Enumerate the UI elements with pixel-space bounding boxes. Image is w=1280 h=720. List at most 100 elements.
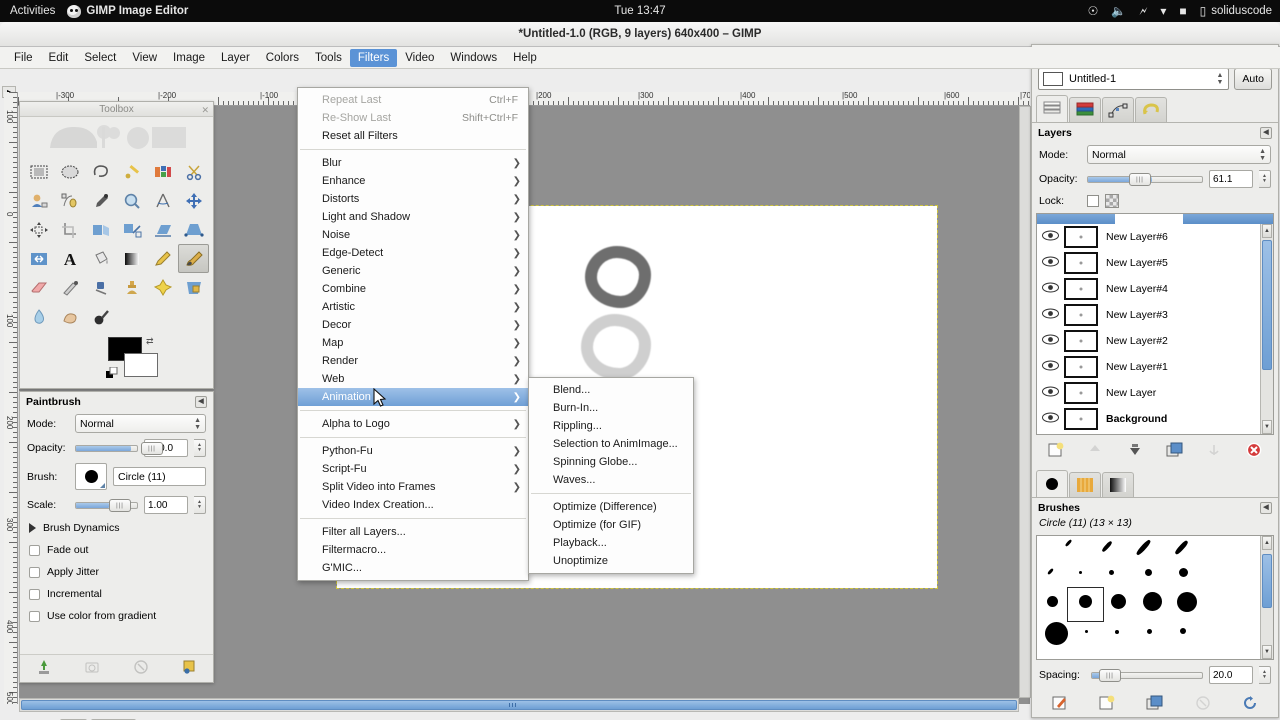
collapse-icon[interactable]: ◀: [1260, 502, 1272, 514]
color-picker-tool[interactable]: [86, 186, 117, 215]
apply-jitter-option[interactable]: Apply Jitter: [20, 561, 213, 583]
layer-visibility-icon[interactable]: [1039, 334, 1061, 348]
menu-windows[interactable]: Windows: [442, 49, 505, 67]
auto-follow-button[interactable]: Auto: [1234, 68, 1272, 90]
layer-name[interactable]: Background: [1101, 413, 1167, 425]
menu-item-rippling[interactable]: Rippling...: [529, 417, 693, 435]
brush-item[interactable]: [1085, 630, 1088, 633]
foreground-select-tool[interactable]: [24, 186, 55, 215]
layer-list-item[interactable]: New Layer#4: [1037, 276, 1273, 302]
brush-item[interactable]: [1101, 540, 1113, 553]
activities-button[interactable]: Activities: [0, 5, 67, 17]
rect-select-tool[interactable]: [24, 157, 55, 186]
menu-item-unoptimize[interactable]: Unoptimize: [529, 552, 693, 570]
close-icon[interactable]: ✕: [201, 103, 209, 118]
scissors-select-tool[interactable]: [178, 157, 209, 186]
menu-item-blur[interactable]: Blur ❯: [298, 154, 528, 172]
layer-list-item[interactable]: New Layer#6: [1037, 224, 1273, 250]
menu-item-optimize-difference[interactable]: Optimize (Difference): [529, 498, 693, 516]
menu-edit[interactable]: Edit: [41, 49, 77, 67]
perspective-clone-tool[interactable]: [178, 273, 209, 302]
brush-item[interactable]: [1179, 568, 1188, 577]
fade-out-checkbox[interactable]: [29, 544, 40, 556]
brush-item[interactable]: [1147, 629, 1152, 634]
delete-layer-icon[interactable]: [1245, 442, 1263, 461]
eraser-tool[interactable]: [24, 273, 55, 302]
layer-visibility-icon[interactable]: [1039, 386, 1061, 400]
measure-tool[interactable]: [147, 186, 178, 215]
layer-opacity-spinner[interactable]: ▲ ▼: [1259, 170, 1271, 188]
menu-item-filtermacro[interactable]: Filtermacro...: [298, 541, 528, 559]
vertical-ruler[interactable]: 100 0 100 200 300 400 500: [4, 92, 18, 704]
ellipse-select-tool[interactable]: [55, 157, 86, 186]
duplicate-brush-icon[interactable]: [1146, 695, 1164, 714]
delete-options-icon[interactable]: [133, 659, 149, 678]
app-menu-button[interactable]: GIMP Image Editor: [67, 4, 188, 18]
layer-visibility-icon[interactable]: [1039, 282, 1061, 296]
edit-brush-icon[interactable]: [1051, 695, 1069, 714]
layer-list-item[interactable]: Background: [1037, 406, 1273, 432]
undo-history-tab[interactable]: [1135, 97, 1167, 122]
image-selector[interactable]: Untitled-1 ▲ ▼: [1038, 68, 1230, 90]
brushes-tab[interactable]: [1036, 470, 1068, 497]
shear-tool[interactable]: [147, 215, 178, 244]
menu-item-split-video-into-frames[interactable]: Split Video into Frames ❯: [298, 478, 528, 496]
layer-list-item[interactable]: New Layer#3: [1037, 302, 1273, 328]
layer-list[interactable]: New Layer#6 New Layer#5 New Layer#4 New …: [1036, 213, 1274, 435]
menu-select[interactable]: Select: [76, 49, 124, 67]
menu-item-light-and-shadow[interactable]: Light and Shadow ❯: [298, 208, 528, 226]
menu-item-decor[interactable]: Decor ❯: [298, 316, 528, 334]
menu-item-map[interactable]: Map ❯: [298, 334, 528, 352]
opacity-spinner[interactable]: ▲ ▼: [194, 439, 206, 457]
menu-item-distorts[interactable]: Distorts ❯: [298, 190, 528, 208]
menu-image[interactable]: Image: [165, 49, 213, 67]
apply-jitter-checkbox[interactable]: [29, 566, 40, 578]
brush-item[interactable]: [1047, 596, 1058, 607]
brush-item[interactable]: [1143, 592, 1162, 611]
menu-view[interactable]: View: [124, 49, 165, 67]
menu-file[interactable]: File: [6, 49, 41, 67]
brush-name-field[interactable]: Circle (11): [113, 467, 206, 486]
pencil-tool[interactable]: [147, 244, 178, 273]
slider-knob[interactable]: |||: [109, 498, 131, 512]
brush-item[interactable]: [1115, 630, 1119, 634]
menu-item-selection-to-animimage[interactable]: Selection to AnimImage...: [529, 435, 693, 453]
paths-tool[interactable]: [55, 186, 86, 215]
refresh-brushes-icon[interactable]: [1241, 695, 1259, 714]
brush-scroll-thumb[interactable]: [1262, 554, 1272, 608]
paths-tab[interactable]: [1102, 97, 1134, 122]
canvas-vertical-scrollbar[interactable]: [1019, 106, 1031, 698]
menu-item-web[interactable]: Web ❯: [298, 370, 528, 388]
menu-item-filter-all-layers[interactable]: Filter all Layers...: [298, 523, 528, 541]
ink-tool[interactable]: [86, 273, 117, 302]
heal-tool[interactable]: [147, 273, 178, 302]
menu-item-reset-all-filters[interactable]: Reset all Filters: [298, 127, 528, 145]
lock-alpha-checkbox[interactable]: [1087, 195, 1099, 207]
reset-options-icon[interactable]: [181, 659, 197, 678]
menu-item-video-index-creation[interactable]: Video Index Creation...: [298, 496, 528, 514]
brush-item[interactable]: [1045, 622, 1068, 645]
use-color-from-gradient-option[interactable]: Use color from gradient: [20, 605, 213, 627]
lower-layer-icon[interactable]: [1126, 442, 1144, 461]
scale-tool[interactable]: [117, 215, 148, 244]
mode-select[interactable]: Normal ▲ ▼: [75, 414, 206, 433]
raise-layer-icon[interactable]: [1086, 442, 1104, 461]
collapse-icon[interactable]: ◀: [1260, 127, 1272, 139]
layer-name[interactable]: New Layer#1: [1101, 361, 1168, 373]
menu-colors[interactable]: Colors: [258, 49, 307, 67]
layer-list-item[interactable]: New Layer#1: [1037, 354, 1273, 380]
brush-popup-indicator[interactable]: [100, 483, 105, 488]
hscroll-thumb[interactable]: [21, 700, 1017, 710]
layer-name[interactable]: New Layer#2: [1101, 335, 1168, 347]
layer-name[interactable]: New Layer#5: [1101, 257, 1168, 269]
menu-item-edge-detect[interactable]: Edge-Detect ❯: [298, 244, 528, 262]
wilber-drop-area[interactable]: [24, 119, 209, 155]
menu-item-script-fu[interactable]: Script-Fu ❯: [298, 460, 528, 478]
new-layer-icon[interactable]: [1047, 442, 1065, 461]
layer-mode-select[interactable]: Normal ▲ ▼: [1087, 145, 1271, 164]
layer-name[interactable]: New Layer#3: [1101, 309, 1168, 321]
dodge-burn-tool[interactable]: [86, 302, 117, 331]
brush-item[interactable]: [1177, 592, 1197, 612]
scale-slider[interactable]: |||: [75, 498, 138, 512]
menu-video[interactable]: Video: [397, 49, 442, 67]
